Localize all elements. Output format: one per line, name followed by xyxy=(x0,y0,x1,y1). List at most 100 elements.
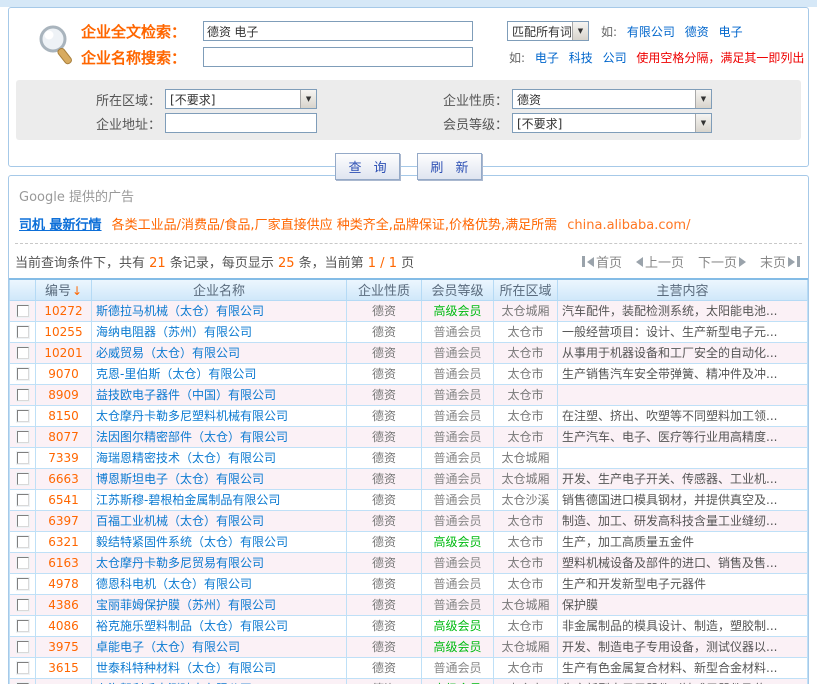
company-link[interactable]: 太仓摩丹卡勒多尼贸易有限公司 xyxy=(96,556,264,570)
company-link[interactable]: 世泰科特种材料（太仓）有限公司 xyxy=(96,661,276,675)
id-column-header[interactable]: 编号↓ xyxy=(36,279,92,300)
row-checkbox[interactable] xyxy=(17,368,29,380)
company-link[interactable]: 法因图尔精密部件（太仓）有限公司 xyxy=(96,430,288,444)
company-link[interactable]: 海瑞恩精密技术（太仓）有限公司 xyxy=(96,451,276,465)
company-nature: 德资 xyxy=(347,531,422,552)
company-link[interactable]: 江苏斯穆-碧根柏金属制品有限公司 xyxy=(96,493,280,507)
table-row: 3615 世泰科特种材料（太仓）有限公司 德资 普通会员 太仓市 生产有色金属复… xyxy=(10,657,808,678)
pagination: 首页 上一页 下一页 末页 xyxy=(582,252,800,271)
company-link[interactable]: 海纳电阻器（苏州）有限公司 xyxy=(96,325,252,339)
row-checkbox[interactable] xyxy=(17,305,29,317)
row-checkbox[interactable] xyxy=(17,536,29,548)
address-input[interactable] xyxy=(165,113,317,133)
name-hint: 如: 电子 科技 公司 使用空格分隔，满足其一即列出 xyxy=(509,49,804,66)
table-row: 6397 百福工业机械（太仓）有限公司 德资 普通会员 太仓市 制造、加工、研发… xyxy=(10,510,808,531)
region-value: [不要求] xyxy=(166,91,219,108)
example-link[interactable]: 科技 xyxy=(569,51,593,65)
company-region: 太仓市 xyxy=(494,678,558,684)
company-link[interactable]: 德恩科电机（太仓）有限公司 xyxy=(96,577,252,591)
row-checkbox[interactable] xyxy=(17,431,29,443)
company-link[interactable]: 百福工业机械（太仓）有限公司 xyxy=(96,514,264,528)
match-mode-select[interactable]: 匹配所有词 ▼ xyxy=(507,21,589,41)
member-level: 高级会员 xyxy=(433,619,481,633)
example-link[interactable]: 电子 xyxy=(719,25,743,39)
row-checkbox[interactable] xyxy=(17,662,29,674)
match-mode-value: 匹配所有词 xyxy=(508,23,571,40)
member-level-select[interactable]: [不要求] ▼ xyxy=(512,113,712,133)
company-link[interactable]: 太仓摩丹卡勒多尼塑料机械有限公司 xyxy=(96,409,288,423)
row-checkbox[interactable] xyxy=(17,347,29,359)
example-link[interactable]: 德资 xyxy=(685,25,709,39)
company-content: 生产销售汽车安全带弹簧、精冲件及冲... xyxy=(558,363,808,384)
dropdown-arrow-icon[interactable]: ▼ xyxy=(572,22,588,40)
row-checkbox[interactable] xyxy=(17,578,29,590)
table-row: 9070 克恩-里伯斯（太仓）有限公司 德资 普通会员 太仓市 生产销售汽车安全… xyxy=(10,363,808,384)
company-nature: 德资 xyxy=(347,552,422,573)
dropdown-arrow-icon[interactable]: ▼ xyxy=(695,90,711,108)
first-page-button[interactable]: 首页 xyxy=(582,252,622,271)
level-column-header[interactable]: 会员等级 xyxy=(422,279,494,300)
region-column-header[interactable]: 所在区域 xyxy=(494,279,558,300)
query-button[interactable]: 查 询 xyxy=(335,153,399,180)
member-level: 高级会员 xyxy=(433,535,481,549)
table-row: 6541 江苏斯穆-碧根柏金属制品有限公司 德资 普通会员 太仓沙溪 销售德国进… xyxy=(10,489,808,510)
fulltext-search-input[interactable] xyxy=(203,21,473,41)
company-link[interactable]: 斯德拉马机械（太仓）有限公司 xyxy=(96,304,264,318)
row-checkbox[interactable] xyxy=(17,620,29,632)
company-region: 太仓市 xyxy=(494,615,558,636)
last-page-button[interactable]: 末页 xyxy=(760,252,800,271)
row-checkbox[interactable] xyxy=(17,557,29,569)
company-region: 太仓市 xyxy=(494,321,558,342)
fulltext-search-row: 企业全文检索： 匹配所有词 ▼ 如: 有限公司 德资 电子 xyxy=(81,18,808,44)
example-link[interactable]: 电子 xyxy=(535,51,559,65)
row-checkbox[interactable] xyxy=(17,494,29,506)
next-page-icon xyxy=(739,257,746,267)
company-link[interactable]: 必威贸易（太仓）有限公司 xyxy=(96,346,240,360)
row-checkbox[interactable] xyxy=(17,410,29,422)
ad-link[interactable]: 司机 最新行情 xyxy=(19,218,102,233)
refresh-button[interactable]: 刷 新 xyxy=(417,153,481,180)
company-nature: 德资 xyxy=(347,321,422,342)
dropdown-arrow-icon[interactable]: ▼ xyxy=(300,90,316,108)
nature-select[interactable]: 德资 ▼ xyxy=(512,89,712,109)
company-id: 10272 xyxy=(36,300,92,321)
ad-url-link[interactable]: china.alibaba.com/ xyxy=(567,218,690,233)
member-level: 普通会员 xyxy=(433,577,481,591)
ad-provider-label: Google 提供的广告 xyxy=(9,182,808,205)
table-row: 10201 必威贸易（太仓）有限公司 德资 普通会员 太仓市 从事用于机器设备和… xyxy=(10,342,808,363)
company-link[interactable]: 博恩斯坦电子（太仓）有限公司 xyxy=(96,472,264,486)
member-level: 普通会员 xyxy=(433,409,481,423)
member-level: 普通会员 xyxy=(433,556,481,570)
row-checkbox[interactable] xyxy=(17,473,29,485)
company-link[interactable]: 益技欧电子器件（中国）有限公司 xyxy=(96,388,276,402)
address-label: 企业地址： xyxy=(96,114,161,133)
company-id: 8077 xyxy=(36,426,92,447)
row-checkbox[interactable] xyxy=(17,389,29,401)
nature-column-header[interactable]: 企业性质 xyxy=(347,279,422,300)
row-checkbox[interactable] xyxy=(17,452,29,464)
row-checkbox[interactable] xyxy=(17,599,29,611)
company-link[interactable]: 裕克施乐塑料制品（太仓）有限公司 xyxy=(96,619,288,633)
example-link[interactable]: 有限公司 xyxy=(627,25,675,39)
content-column-header[interactable]: 主营内容 xyxy=(558,279,808,300)
company-id: 4978 xyxy=(36,573,92,594)
company-region: 太仓市 xyxy=(494,573,558,594)
name-search-row: 企业名称搜索： 如: 电子 科技 公司 使用空格分隔，满足其一即列出 xyxy=(81,44,808,70)
company-link[interactable]: 宝丽菲姆保护膜（苏州）有限公司 xyxy=(96,598,276,612)
example-link[interactable]: 公司 xyxy=(603,51,627,65)
member-level-label: 会员等级： xyxy=(443,114,508,133)
row-checkbox[interactable] xyxy=(17,326,29,338)
row-checkbox[interactable] xyxy=(17,641,29,653)
company-link[interactable]: 卓能电子（太仓）有限公司 xyxy=(96,640,240,654)
company-link[interactable]: 克恩-里伯斯（太仓）有限公司 xyxy=(96,367,256,381)
dropdown-arrow-icon[interactable]: ▼ xyxy=(695,114,711,132)
name-column-header[interactable]: 企业名称 xyxy=(92,279,347,300)
member-level: 普通会员 xyxy=(433,514,481,528)
row-checkbox[interactable] xyxy=(17,515,29,527)
region-select[interactable]: [不要求] ▼ xyxy=(165,89,317,109)
company-link[interactable]: 毅结特紧固件系统（太仓）有限公司 xyxy=(96,535,288,549)
prev-page-button[interactable]: 上一页 xyxy=(636,252,684,271)
name-search-input[interactable] xyxy=(203,47,473,67)
member-level-value: [不要求] xyxy=(513,115,566,132)
next-page-button[interactable]: 下一页 xyxy=(698,252,746,271)
